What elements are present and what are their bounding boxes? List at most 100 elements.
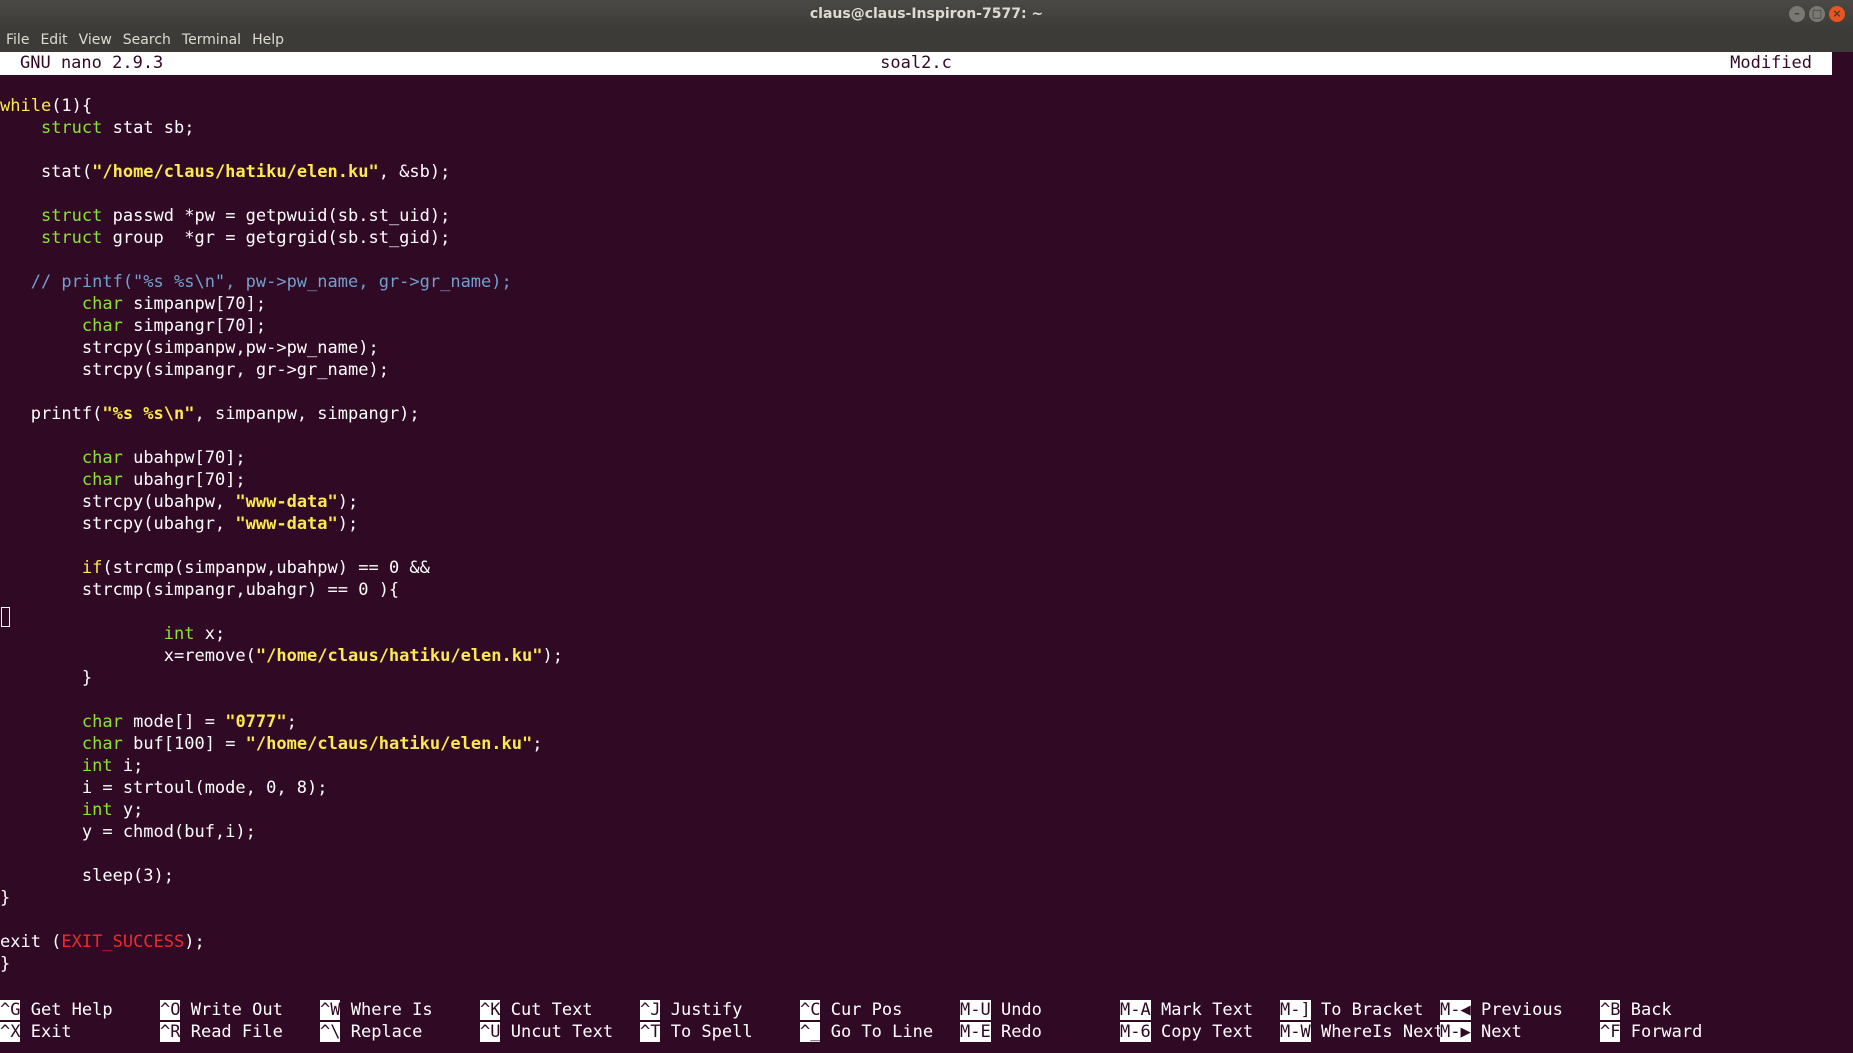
- shortcut-item: M-A Mark Text: [1120, 999, 1253, 1021]
- code-token: }: [0, 954, 11, 974]
- menu-view[interactable]: View: [79, 32, 112, 48]
- shortcut-key: ^G: [0, 1000, 21, 1020]
- menu-help[interactable]: Help: [252, 32, 284, 48]
- code-line[interactable]: strcpy(ubahgr, "www-data");: [0, 513, 563, 535]
- menu-edit[interactable]: Edit: [40, 32, 67, 48]
- code-token: passwd *pw = getpwuid(sb.st_uid);: [102, 206, 451, 226]
- code-line[interactable]: stat("/home/claus/hatiku/elen.ku", &sb);: [0, 161, 563, 183]
- code-token: y;: [112, 800, 144, 820]
- shortcut-item: ^\ Replace: [320, 1021, 422, 1043]
- code-line[interactable]: strcmp(simpangr,ubahgr) == 0 ){: [0, 579, 563, 601]
- code-line[interactable]: struct passwd *pw = getpwuid(sb.st_uid);: [0, 205, 563, 227]
- code-line[interactable]: [0, 843, 563, 865]
- code-token: (strcmp(simpanpw,ubahpw) == 0 &&: [102, 558, 430, 578]
- code-line[interactable]: char buf[100] = "/home/claus/hatiku/elen…: [0, 733, 563, 755]
- shortcut-item: ^K Cut Text: [480, 999, 593, 1021]
- code-line[interactable]: strcpy(ubahpw, "www-data");: [0, 491, 563, 513]
- code-token: ubahpw[70];: [122, 448, 246, 468]
- code-token: (1){: [51, 96, 93, 116]
- code-token: "%s %s\n": [102, 404, 195, 424]
- code-token: simpangr[70];: [122, 316, 267, 336]
- code-line[interactable]: char ubahpw[70];: [0, 447, 563, 469]
- code-line[interactable]: [0, 249, 563, 271]
- shortcut-item: M-] To Bracket: [1280, 999, 1423, 1021]
- code-line[interactable]: char simpangr[70];: [0, 315, 563, 337]
- shortcut-key: ^B: [1600, 1000, 1621, 1020]
- code-line[interactable]: y = chmod(buf,i);: [0, 821, 563, 843]
- shortcut-item: M-▶ Next: [1440, 1021, 1522, 1043]
- code-token: );: [184, 932, 205, 952]
- code-token: char: [81, 448, 123, 468]
- menu-search[interactable]: Search: [123, 32, 171, 48]
- shortcut-key: M-]: [1280, 1000, 1311, 1020]
- minimize-icon[interactable]: –: [1789, 6, 1805, 22]
- code-line[interactable]: strcpy(simpangr, gr->gr_name);: [0, 359, 563, 381]
- code-line[interactable]: int x;: [0, 623, 563, 645]
- code-line[interactable]: int i;: [0, 755, 563, 777]
- shortcut-label: Where Is: [340, 1000, 433, 1020]
- code-line[interactable]: x=remove("/home/claus/hatiku/elen.ku");: [0, 645, 563, 667]
- code-line[interactable]: [0, 909, 563, 931]
- code-line[interactable]: strcpy(simpanpw,pw->pw_name);: [0, 337, 563, 359]
- code-line[interactable]: [0, 183, 563, 205]
- code-line[interactable]: char ubahgr[70];: [0, 469, 563, 491]
- code-line[interactable]: struct group *gr = getgrgid(sb.st_gid);: [0, 227, 563, 249]
- code-line[interactable]: char simpanpw[70];: [0, 293, 563, 315]
- code-token: stat sb;: [102, 118, 195, 138]
- shortcut-item: ^X Exit: [0, 1021, 72, 1043]
- shortcut-label: Forward: [1620, 1022, 1703, 1042]
- code-token: strcpy(ubahgr,: [0, 514, 236, 534]
- shortcut-item: ^B Back: [1600, 999, 1672, 1021]
- code-token: "/home/claus/hatiku/elen.ku": [92, 162, 379, 182]
- code-line[interactable]: [0, 601, 563, 623]
- shortcut-label: To Spell: [660, 1022, 753, 1042]
- terminal-area[interactable]: GNU nano 2.9.3 soal2.c Modified while(1)…: [0, 52, 1853, 1053]
- code-editor[interactable]: while(1){ struct stat sb; stat("/home/cl…: [0, 95, 563, 975]
- window-titlebar: claus@claus-Inspiron-7577: ~ – □ ×: [0, 0, 1853, 28]
- shortcut-label: Cut Text: [500, 1000, 593, 1020]
- code-token: strcpy(simpanpw,pw->pw_name);: [0, 338, 379, 358]
- shortcut-key: M-◀: [1440, 1000, 1471, 1020]
- shortcut-key: ^J: [640, 1000, 661, 1020]
- code-token: char: [81, 470, 123, 490]
- code-token: , &sb);: [378, 162, 451, 182]
- code-line[interactable]: [0, 139, 563, 161]
- code-line[interactable]: struct stat sb;: [0, 117, 563, 139]
- code-token: struct: [40, 118, 103, 138]
- code-line[interactable]: char mode[] = "0777";: [0, 711, 563, 733]
- menu-terminal[interactable]: Terminal: [182, 32, 241, 48]
- code-token: int: [163, 624, 195, 644]
- code-line[interactable]: }: [0, 667, 563, 689]
- code-line[interactable]: // printf("%s %s\n", pw->pw_name, gr->gr…: [0, 271, 563, 293]
- code-line[interactable]: }: [0, 953, 563, 975]
- shortcut-item: M-U Undo: [960, 999, 1042, 1021]
- code-token: if: [81, 558, 103, 578]
- code-line[interactable]: [0, 689, 563, 711]
- code-token: x;: [194, 624, 226, 644]
- code-line[interactable]: printf("%s %s\n", simpanpw, simpangr);: [0, 403, 563, 425]
- code-token: );: [337, 514, 359, 534]
- code-line[interactable]: while(1){: [0, 95, 563, 117]
- code-line[interactable]: exit (EXIT_SUCCESS);: [0, 931, 563, 953]
- code-token: ubahgr[70];: [122, 470, 246, 490]
- menu-file[interactable]: File: [6, 32, 29, 48]
- close-icon[interactable]: ×: [1829, 6, 1845, 22]
- code-line[interactable]: if(strcmp(simpanpw,ubahpw) == 0 &&: [0, 557, 563, 579]
- code-line[interactable]: [0, 381, 563, 403]
- code-line[interactable]: [0, 425, 563, 447]
- code-line[interactable]: int y;: [0, 799, 563, 821]
- maximize-icon[interactable]: □: [1809, 6, 1825, 22]
- code-line[interactable]: }: [0, 887, 563, 909]
- nano-modified-status: Modified: [1730, 53, 1812, 73]
- code-line[interactable]: [0, 535, 563, 557]
- code-line[interactable]: sleep(3);: [0, 865, 563, 887]
- code-line[interactable]: i = strtoul(mode, 0, 8);: [0, 777, 563, 799]
- shortcut-label: To Bracket: [1310, 1000, 1424, 1020]
- code-token: "www-data": [235, 514, 338, 534]
- code-token: i;: [112, 756, 144, 776]
- shortcut-label: Replace: [340, 1022, 423, 1042]
- terminal-scrollbar[interactable]: [1835, 52, 1853, 1053]
